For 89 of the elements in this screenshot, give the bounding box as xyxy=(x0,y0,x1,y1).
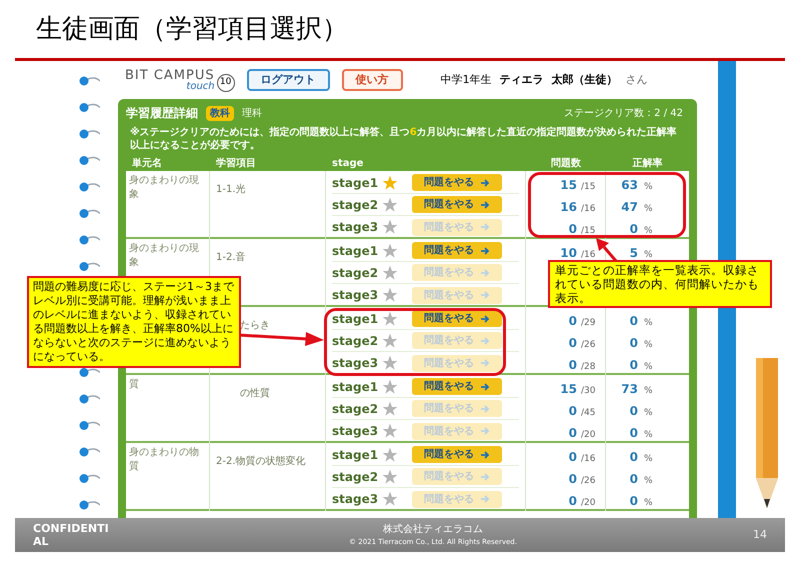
correct-rate: 0 xyxy=(628,471,638,488)
problem-button[interactable]: 問題をやる xyxy=(412,174,502,191)
total-count: /30 xyxy=(581,385,596,398)
percent-sign: % xyxy=(644,407,653,420)
panel-title: 学習履歴詳細 xyxy=(126,105,198,122)
answered-count: 0 xyxy=(568,221,577,238)
total-count: /20 xyxy=(581,497,596,510)
clear-count: ステージクリア数：2 / 42 xyxy=(564,106,684,120)
answered-count: 16 xyxy=(560,199,577,216)
grade-text: 中学1年生 xyxy=(440,72,492,88)
answered-count: 0 xyxy=(568,357,577,374)
correct-rate: 73 xyxy=(620,381,638,398)
percent-sign: % xyxy=(644,497,653,510)
honorific-text: さん xyxy=(626,72,648,88)
total-count: /16 xyxy=(581,203,596,216)
notice-text: ※ステージクリアのためには、指定の問題数以上に解答、且つ6カ月以内に解答した直近の指定問題数が決められた正解率以上になることが必要です。 xyxy=(129,126,678,152)
problem-button[interactable]: 問題をやる xyxy=(412,310,502,327)
callout-note: 単元ごとの正解率を一覧表示。収録されている問題数の内、何問解いたかも表示。 xyxy=(548,260,772,308)
unit-name: 身のまわりの物質 xyxy=(129,447,199,472)
percent-sign: % xyxy=(644,181,653,194)
help-button[interactable]: 使い方 xyxy=(342,69,403,91)
page-number: 14 xyxy=(753,526,767,543)
company-name: 株式会社ティエラコム xyxy=(383,522,483,538)
subject-badge: 教科 xyxy=(206,106,234,120)
answered-count: 0 xyxy=(568,425,577,442)
correct-rate: 0 xyxy=(628,425,638,442)
correct-rate: 0 xyxy=(628,493,638,510)
student-name: 太郎（生徒） xyxy=(552,72,618,88)
column-header: stage xyxy=(331,156,364,170)
percent-sign: % xyxy=(644,429,653,442)
problem-button[interactable]: 問題をやる xyxy=(412,196,502,213)
answered-count: 0 xyxy=(568,493,577,510)
answered-count: 0 xyxy=(568,449,577,466)
correct-rate: 0 xyxy=(628,313,638,330)
answered-count: 10 xyxy=(560,245,577,262)
subject-text: 理科 xyxy=(242,106,262,120)
correct-rate: 63 xyxy=(620,177,638,194)
correct-rate: 5 xyxy=(628,245,638,262)
unit-name: 質 xyxy=(129,379,139,390)
problem-button[interactable]: 問題をやる xyxy=(412,242,502,259)
total-count: /16 xyxy=(581,453,596,466)
total-count: /20 xyxy=(581,429,596,442)
slide-title: 生徒画面（学習項目選択） xyxy=(36,12,348,46)
total-count: /28 xyxy=(581,361,596,374)
school-name: ティエラ xyxy=(500,72,544,88)
percent-sign: % xyxy=(644,249,653,262)
problem-button[interactable]: 問題をやる xyxy=(412,446,502,463)
answered-count: 0 xyxy=(568,403,577,420)
percent-sign: % xyxy=(644,361,653,374)
correct-rate: 47 xyxy=(620,199,638,216)
total-count: /26 xyxy=(581,475,596,488)
column-header: 学習項目 xyxy=(215,156,257,170)
total-count: /26 xyxy=(581,339,596,352)
percent-sign: % xyxy=(644,339,653,352)
percent-sign: % xyxy=(644,385,653,398)
item-name: たらき xyxy=(240,320,270,331)
correct-rate: 0 xyxy=(628,357,638,374)
unit-name: 身のまわりの現象 xyxy=(129,243,199,268)
answered-count: 0 xyxy=(568,335,577,352)
item-name: の性質 xyxy=(240,388,270,399)
answered-count: 15 xyxy=(560,381,577,398)
total-count: /16 xyxy=(581,249,596,262)
correct-rate: 0 xyxy=(628,221,638,238)
percent-sign: % xyxy=(644,203,653,216)
total-count: /29 xyxy=(581,317,596,330)
percent-sign: % xyxy=(644,475,653,488)
correct-rate: 0 xyxy=(628,403,638,420)
total-count: /15 xyxy=(581,181,596,194)
item-name: 1-2.音 xyxy=(216,252,246,263)
column-header: 単元名 xyxy=(131,156,163,170)
percent-sign: % xyxy=(644,225,653,238)
confidential-label: CONFIDENTIAL xyxy=(33,522,110,548)
correct-rate: 0 xyxy=(628,335,638,352)
callout-note: 問題の難易度に応じ、ステージ1～3までレベル別に受講可能。理解が浅いまま上のレベルに進まないよう、収録されている問題数以上を解き、正解率80%以上にならないと次のステージに進めないようになっている。 xyxy=(27,276,241,368)
column-header: 問題数 xyxy=(551,156,581,170)
answered-count: 0 xyxy=(568,313,577,330)
total-count: /15 xyxy=(581,225,596,238)
logout-button[interactable]: ログアウト xyxy=(246,69,330,91)
answered-count: 0 xyxy=(568,471,577,488)
answered-count: 15 xyxy=(560,177,577,194)
item-name: 2-2.物質の状態変化 xyxy=(216,456,306,467)
correct-rate: 0 xyxy=(628,449,638,466)
percent-sign: % xyxy=(644,317,653,330)
total-count: /45 xyxy=(581,407,596,420)
problem-button[interactable]: 問題をやる xyxy=(412,378,502,395)
item-name: 1-1.光 xyxy=(216,184,246,195)
unit-name: 身のまわりの現象 xyxy=(129,175,199,200)
column-header: 正解率 xyxy=(632,156,662,170)
percent-sign: % xyxy=(644,453,653,466)
